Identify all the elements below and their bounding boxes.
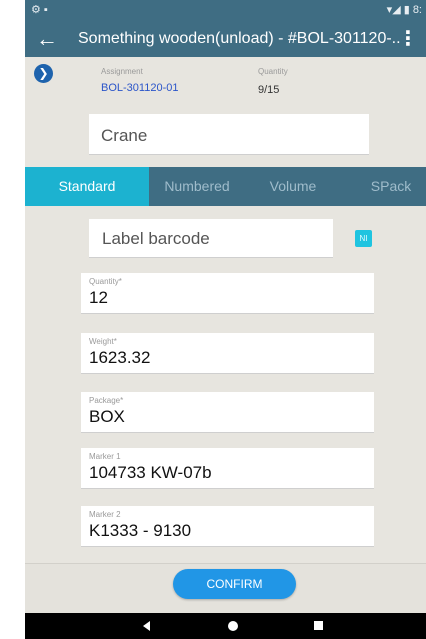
confirm-button[interactable]: CONFIRM: [173, 569, 296, 599]
more-vert-icon[interactable]: ⋮: [398, 28, 418, 50]
marker2-field-value: K1333 - 9130: [89, 521, 192, 540]
chevron-right-icon[interactable]: ❯: [34, 64, 53, 83]
assignment-value[interactable]: BOL-301120-01: [101, 82, 178, 94]
weight-field[interactable]: Weight* 1623.32: [81, 333, 374, 374]
marker1-field-value: 104733 KW-07b: [89, 463, 212, 482]
status-icons-right: ▾◢ ▮ 8:: [386, 4, 422, 16]
status-icons-left: ⚙ ▪: [31, 4, 48, 16]
tab-numbered[interactable]: Numbered: [149, 167, 245, 206]
marker2-field-label: Marker 2: [89, 510, 121, 519]
quantity-field[interactable]: Quantity* 12: [81, 273, 374, 314]
tab-bar: Standard Numbered Volume SPack: [25, 167, 426, 206]
page-title: Something wooden(unload) - #BOL-301120-.…: [78, 30, 400, 47]
marker1-field-label: Marker 1: [89, 452, 121, 461]
package-field-value: BOX: [89, 407, 125, 426]
label-barcode-input[interactable]: Label barcode: [89, 219, 333, 258]
tab-standard[interactable]: Standard: [25, 167, 149, 206]
device-screen: ⚙ ▪ ▾◢ ▮ 8: ← Something wooden(unload) -…: [25, 0, 426, 639]
nav-back-icon[interactable]: [143, 621, 150, 631]
quantity-field-value: 12: [89, 288, 108, 307]
package-field[interactable]: Package* BOX: [81, 392, 374, 433]
tab-spack[interactable]: SPack: [341, 167, 426, 206]
package-field-label: Package*: [89, 396, 124, 405]
assignment-label: Assignment: [101, 67, 143, 76]
system-nav-bar: [25, 613, 426, 639]
status-bar: ⚙ ▪ ▾◢ ▮ 8:: [25, 0, 426, 22]
label-barcode-placeholder: Label barcode: [102, 229, 210, 248]
nav-recents-icon[interactable]: [314, 621, 323, 630]
app-bar: ← Something wooden(unload) - #BOL-301120…: [25, 22, 426, 57]
weight-field-label: Weight*: [89, 337, 117, 346]
crane-input[interactable]: Crane: [89, 114, 369, 155]
quantity-field-label: Quantity*: [89, 277, 122, 286]
weight-field-value: 1623.32: [89, 348, 151, 367]
quantity-summary-value: 9/15: [258, 84, 280, 96]
nav-home-icon[interactable]: [228, 621, 238, 631]
marker1-field[interactable]: Marker 1 104733 KW-07b: [81, 448, 374, 489]
barcode-toggle[interactable]: NI: [355, 230, 372, 247]
arrow-left-icon[interactable]: ←: [36, 27, 58, 51]
crane-input-value: Crane: [101, 126, 148, 145]
marker2-field[interactable]: Marker 2 K1333 - 9130: [81, 506, 374, 547]
tab-volume[interactable]: Volume: [245, 167, 341, 206]
quantity-summary-label: Quantity: [258, 67, 288, 76]
